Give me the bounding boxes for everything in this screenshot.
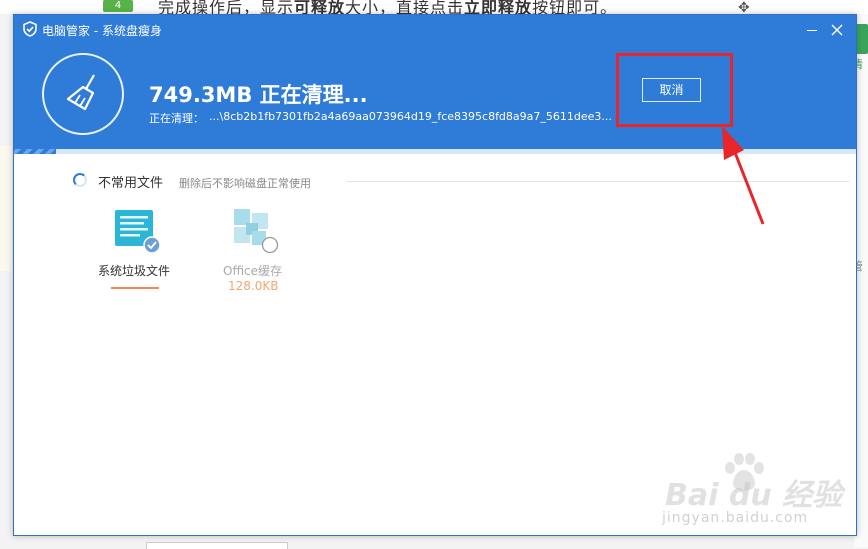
cleanup-status-title: 749.3MB 正在清理... <box>149 83 368 107</box>
cleaning-path-label: 正在清理： <box>149 112 204 125</box>
loading-spinner-icon <box>73 173 87 187</box>
minimize-button[interactable] <box>802 20 822 40</box>
selected-item-underline <box>111 287 159 289</box>
cleaning-path-value: ...\8cb2b1fb7301fb2a4a69aa073964d19_fce8… <box>209 110 612 123</box>
close-icon <box>831 24 843 36</box>
background-left-strip <box>0 146 12 271</box>
office-cache-icon[interactable] <box>232 209 280 255</box>
shield-logo-icon <box>23 21 37 37</box>
cleanup-progress-fill <box>14 149 57 154</box>
step-number-badge: 4 <box>103 0 133 12</box>
broom-icon <box>66 74 95 111</box>
close-button[interactable] <box>827 20 847 40</box>
annotation-highlight-box <box>616 53 733 127</box>
annotation-arrow-icon <box>722 126 765 225</box>
title-bar[interactable]: 电脑管家 - 系统盘瘦身 <box>14 15 856 45</box>
background-side-icon <box>856 24 868 54</box>
section-description: 删除后不影响磁盘正常使用 <box>179 177 311 190</box>
section-title: 不常用文件 <box>98 176 164 191</box>
window-title: 电脑管家 - 系统盘瘦身 <box>42 24 162 38</box>
office-cache-label[interactable]: Office缓存 <box>223 262 282 279</box>
watermark-url: jingyan.baidu.com <box>662 510 809 526</box>
section-divider <box>347 181 849 182</box>
system-junk-file-icon[interactable] <box>115 210 161 254</box>
watermark-logo: Bai du 经验 <box>665 478 843 513</box>
system-junk-file-label[interactable]: 系统垃圾文件 <box>98 262 170 279</box>
cleanup-logo <box>42 53 124 135</box>
office-cache-size: 128.0KB <box>228 279 279 293</box>
